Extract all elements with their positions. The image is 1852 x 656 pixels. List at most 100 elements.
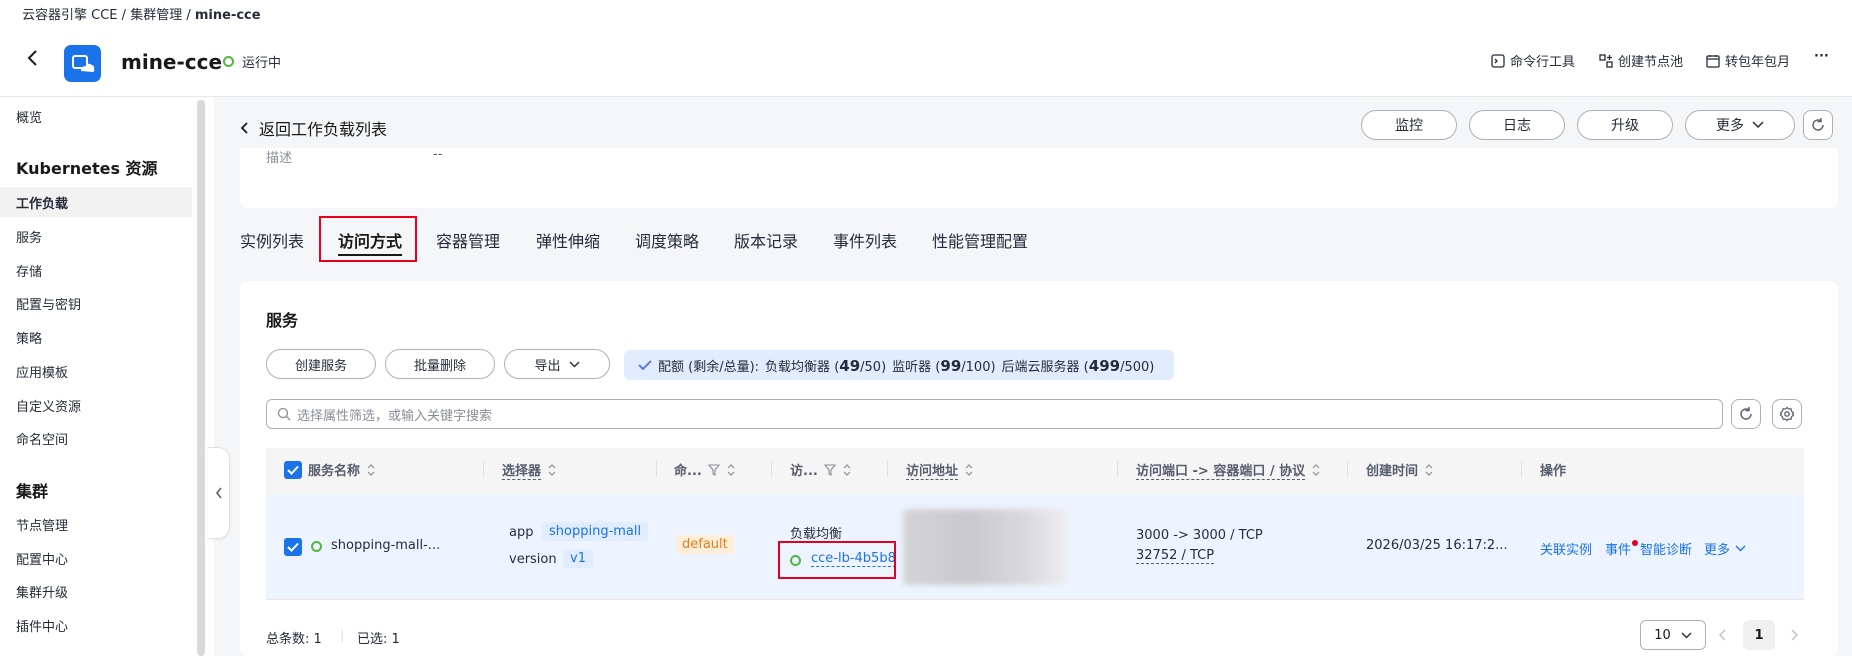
monitor-button[interactable]: 监控 (1361, 110, 1457, 140)
more-menu-button[interactable]: ··· (1814, 49, 1829, 64)
select-all-checkbox[interactable] (284, 460, 302, 479)
quota-banner: 配额 (剩余/总量): 负载均衡器 (49/50) 监听器 (99/100) 后… (624, 350, 1174, 380)
more-actions-button[interactable]: 更多 (1685, 110, 1795, 140)
header-ops-label: 操作 (1540, 464, 1567, 479)
sort-icon[interactable] (726, 463, 736, 477)
sidebar-item-overview[interactable]: 概览 (16, 107, 42, 126)
sidebar-item-config-secrets[interactable]: 配置与密钥 (16, 294, 81, 313)
sort-icon[interactable] (1311, 463, 1321, 477)
create-nodepool-label: 创建节点池 (1618, 55, 1684, 70)
back-arrow-icon[interactable] (26, 48, 40, 68)
footer-divider: | (340, 628, 345, 643)
sidebar-scrollbar[interactable] (197, 100, 205, 656)
calendar-icon (1706, 54, 1720, 68)
sidebar-item-custom-resources[interactable]: 自定义资源 (16, 396, 81, 415)
page-refresh-button[interactable] (1803, 110, 1833, 140)
column-separator (483, 461, 484, 477)
search-input[interactable]: 选择属性筛选，或输入关键字搜索 (266, 399, 1723, 429)
tab-versions[interactable]: 版本记录 (734, 228, 798, 252)
column-separator (1117, 461, 1118, 477)
page-number-current[interactable]: 1 (1743, 620, 1775, 650)
create-nodepool-button[interactable]: 创建节点池 (1599, 51, 1683, 70)
tab-events[interactable]: 事件列表 (833, 228, 897, 252)
header-selector-label: 选择器 (502, 460, 542, 480)
sidebar-collapse-button[interactable] (208, 447, 230, 539)
selected-label: 已选: (357, 632, 388, 647)
sort-icon[interactable] (547, 463, 557, 477)
selected-value: 1 (391, 632, 400, 647)
sort-icon[interactable] (366, 463, 376, 477)
breadcrumb-current: mine-cce (194, 8, 261, 23)
sidebar-item-templates[interactable]: 应用模板 (16, 362, 68, 381)
tab-autoscaling[interactable]: 弹性伸缩 (536, 228, 600, 252)
cluster-status: 运行中 (242, 56, 282, 71)
filter-icon[interactable] (823, 463, 836, 476)
export-button[interactable]: 导出 (504, 349, 610, 379)
next-page-icon[interactable] (1790, 628, 1799, 642)
cli-tool-button[interactable]: 命令行工具 (1491, 51, 1575, 70)
service-status-icon (311, 541, 322, 552)
row-checkbox[interactable] (284, 538, 302, 556)
table-refresh-button[interactable] (1731, 399, 1761, 429)
sort-icon[interactable] (842, 463, 852, 477)
description-label: 描述 (266, 151, 293, 166)
breadcrumb-cce[interactable]: 云容器引擎 CCE (22, 8, 118, 23)
sort-icon[interactable] (964, 463, 974, 477)
return-label: 返回工作负载列表 (259, 120, 388, 139)
sidebar-item-namespaces[interactable]: 命名空间 (16, 429, 68, 448)
batch-delete-button[interactable]: 批量删除 (385, 349, 495, 379)
filter-icon[interactable] (707, 463, 720, 476)
header-namespace[interactable]: 命... (674, 460, 736, 479)
row-more-button[interactable]: 更多 (1704, 539, 1746, 558)
header-access[interactable]: 访... (790, 460, 852, 479)
return-to-workloads-link[interactable]: 返回工作负载列表 (240, 116, 387, 140)
table-header (266, 448, 1804, 494)
events-link[interactable]: 事件 (1605, 539, 1631, 558)
page-size-select[interactable]: 10 (1640, 620, 1706, 650)
tab-instances[interactable]: 实例列表 (240, 228, 304, 252)
header-ports[interactable]: 访问端口 -> 容器端口 / 协议 (1136, 460, 1321, 480)
status-running-icon (223, 56, 234, 67)
logs-button[interactable]: 日志 (1469, 110, 1565, 140)
column-separator (771, 461, 772, 477)
header-ports-label: 访问端口 -> 容器端口 / 协议 (1136, 460, 1306, 480)
header-created[interactable]: 创建时间 (1366, 460, 1434, 479)
sidebar-item-cluster-upgrade[interactable]: 集群升级 (16, 582, 68, 601)
convert-billing-button[interactable]: 转包年包月 (1706, 51, 1790, 70)
tab-scheduling[interactable]: 调度策略 (635, 228, 699, 252)
smart-diagnosis-link[interactable]: 智能诊断 (1640, 539, 1692, 558)
related-instances-link[interactable]: 关联实例 (1540, 539, 1592, 558)
port-mapping: 3000 -> 3000 / TCP (1136, 528, 1263, 543)
total-value: 1 (313, 632, 322, 647)
create-service-button[interactable]: 创建服务 (266, 349, 376, 379)
selector-value-app: shopping-mall (542, 522, 649, 541)
breadcrumb-sep: / (121, 8, 127, 23)
total-count: 总条数: 1 (266, 628, 322, 647)
sidebar-item-nodes[interactable]: 节点管理 (16, 515, 68, 534)
sidebar-item-services[interactable]: 服务 (16, 227, 42, 246)
header-address[interactable]: 访问地址 (906, 460, 974, 480)
prev-page-icon[interactable] (1718, 628, 1727, 642)
sidebar-item-addons[interactable]: 插件中心 (16, 616, 68, 635)
sort-icon[interactable] (1424, 463, 1434, 477)
sidebar-item-policies[interactable]: 策略 (16, 328, 42, 347)
chevron-down-icon (569, 361, 580, 368)
service-name[interactable]: shopping-mall-... (331, 538, 440, 553)
table-settings-button[interactable] (1772, 399, 1802, 429)
terminal-icon (1491, 53, 1505, 68)
header-name[interactable]: 服务名称 (284, 460, 376, 479)
header-address-label: 访问地址 (906, 460, 959, 480)
upgrade-button[interactable]: 升级 (1577, 110, 1673, 140)
refresh-icon (1810, 117, 1826, 133)
sidebar-item-config-center[interactable]: 配置中心 (16, 549, 68, 568)
header-selector[interactable]: 选择器 (502, 460, 557, 480)
workload-info-card (240, 148, 1838, 208)
search-placeholder: 选择属性筛选，或输入关键字搜索 (297, 408, 493, 424)
breadcrumb-cluster-mgmt[interactable]: 集群管理 (130, 8, 182, 23)
header-access-label: 访... (790, 464, 818, 479)
sidebar-item-storage[interactable]: 存储 (16, 261, 42, 280)
sidebar-item-workloads[interactable]: 工作负载 (16, 193, 68, 212)
breadcrumb: 云容器引擎 CCE / 集群管理 / mine-cce (22, 4, 261, 23)
tab-performance[interactable]: 性能管理配置 (932, 228, 1028, 252)
tab-container-mgmt[interactable]: 容器管理 (436, 228, 500, 252)
